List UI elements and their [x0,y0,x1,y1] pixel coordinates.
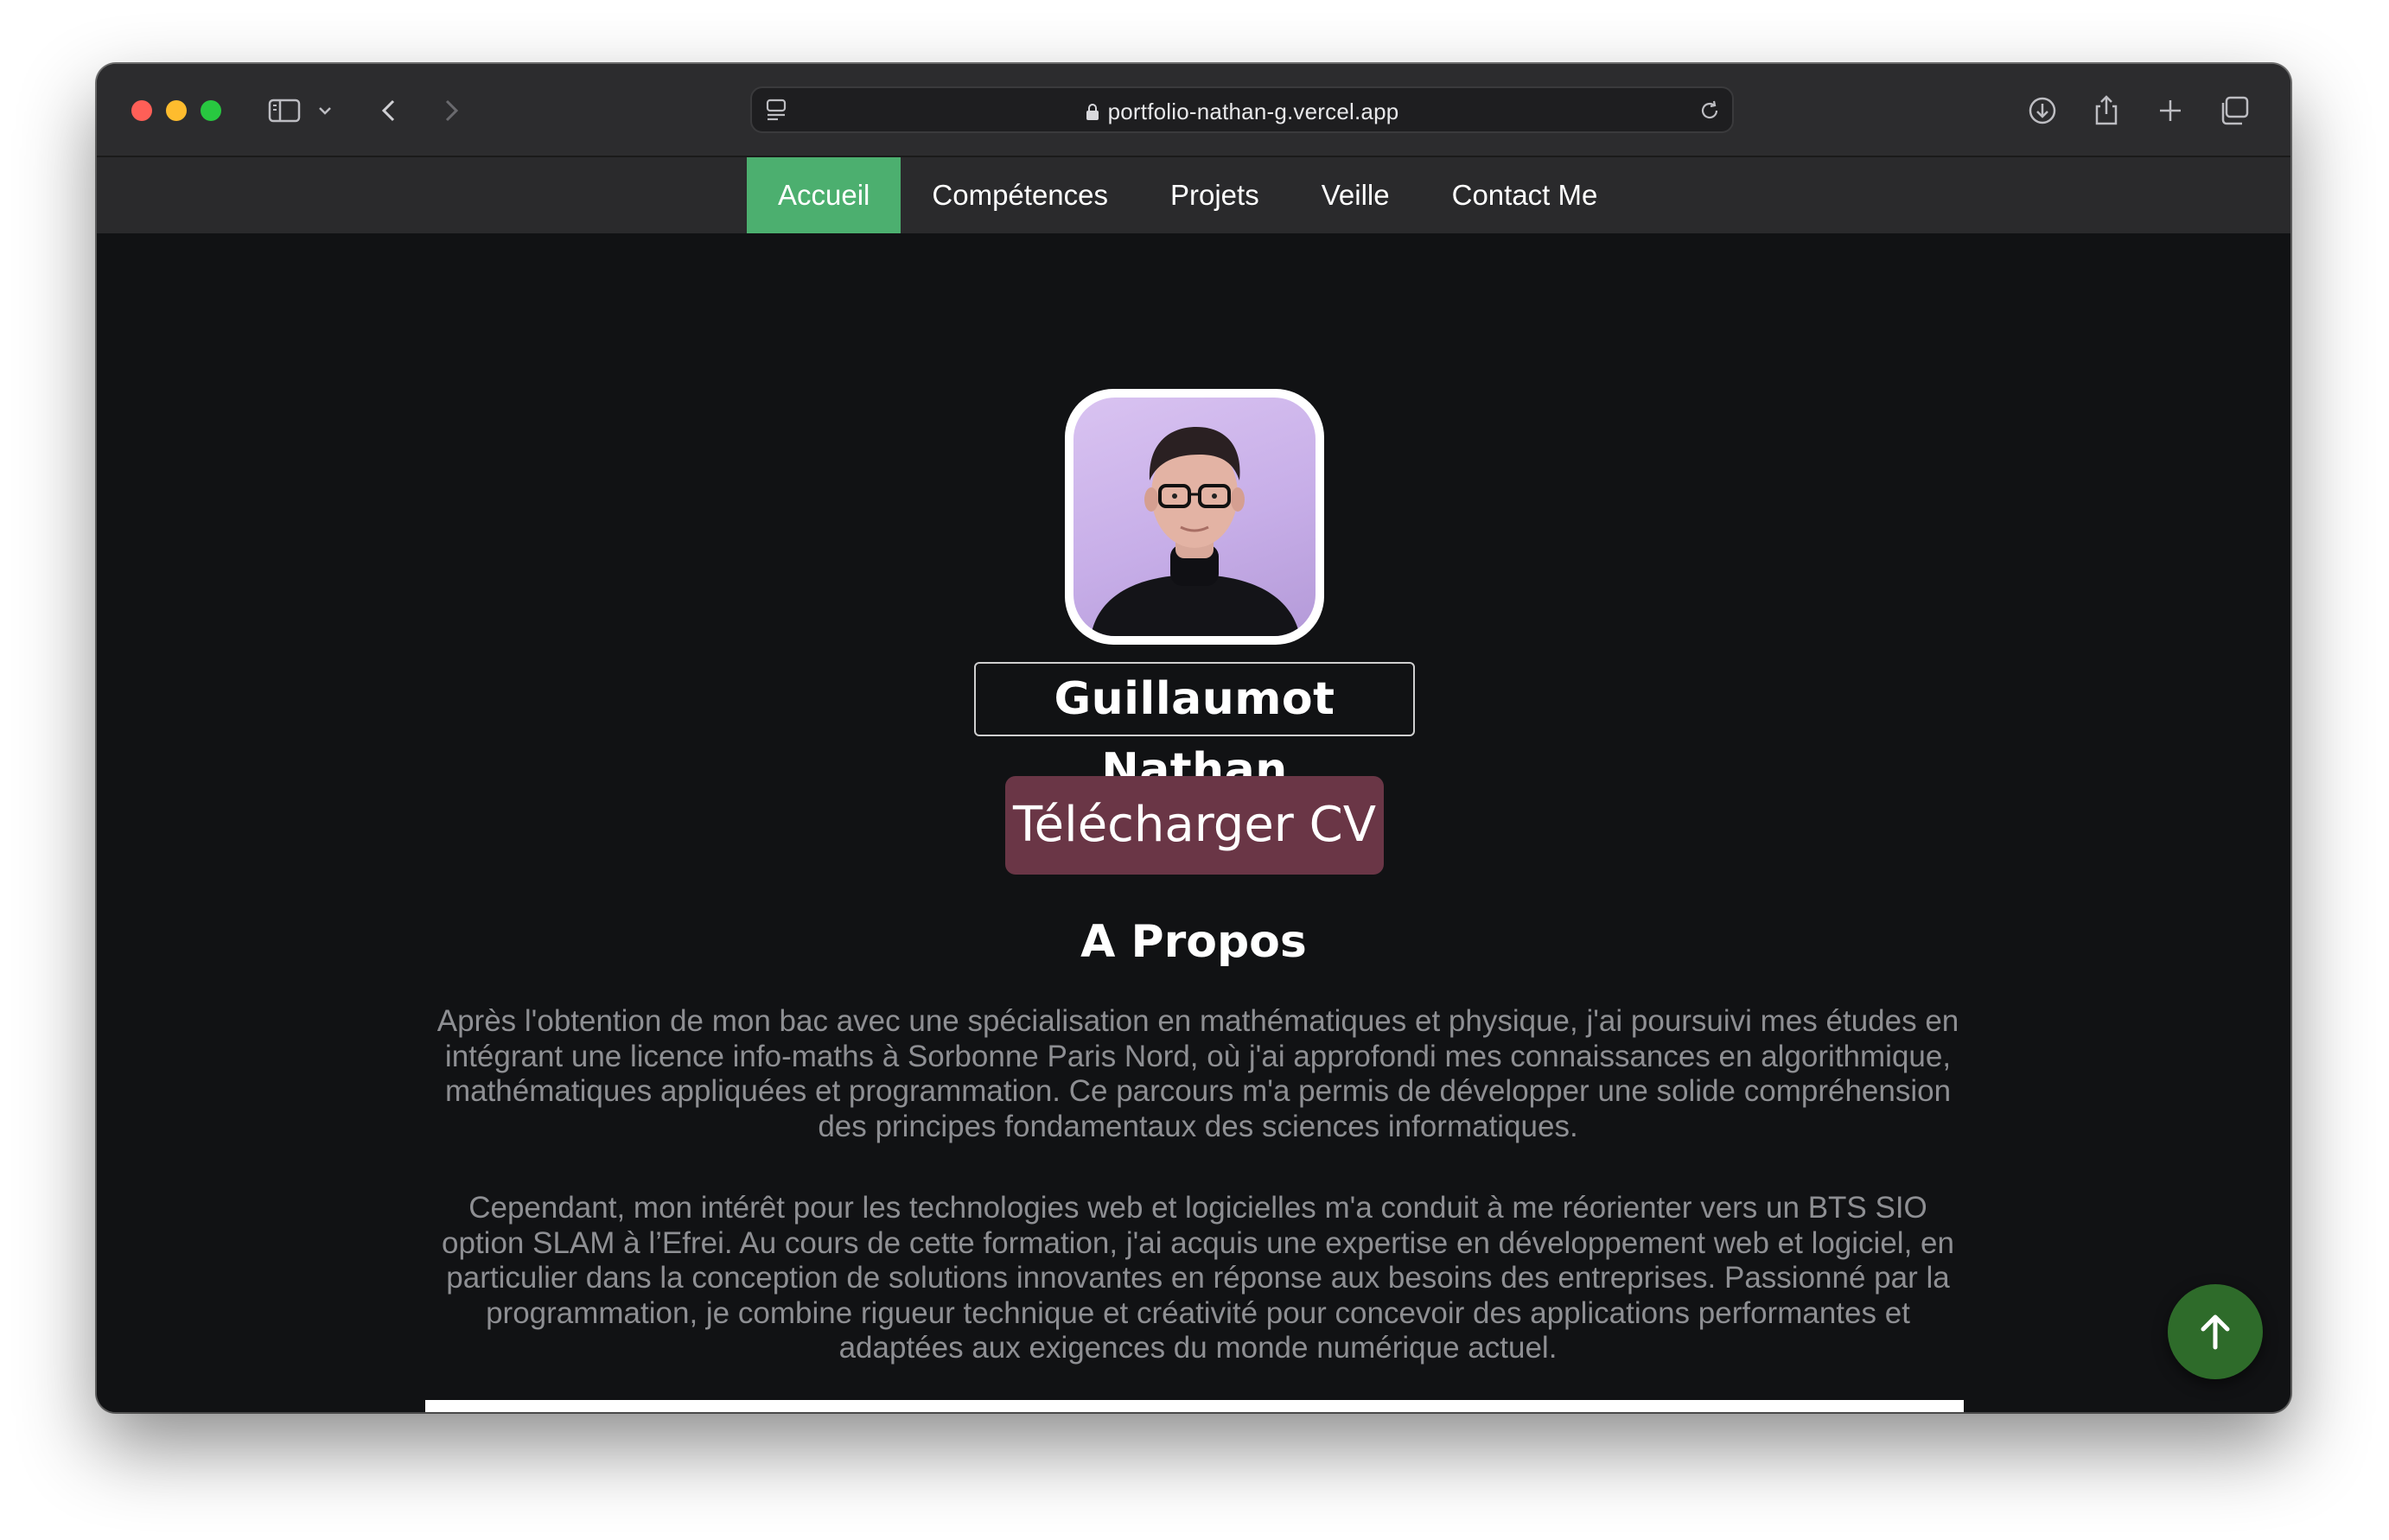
share-icon[interactable] [2088,92,2125,129]
main-content: Guillaumot Nathan Télécharger CV A Propo… [97,233,2290,1412]
nav-menu: Accueil Compétences Projets Veille Conta… [747,157,1628,233]
url-display: portfolio-nathan-g.vercel.app [752,99,1732,125]
about-paragraph: Après l'obtention de mon bac avec une sp… [436,1004,1959,1143]
tabs-overview-icon[interactable] [2216,92,2252,129]
chevron-left-icon[interactable] [372,92,408,129]
plus-icon[interactable] [2152,92,2188,129]
download-icon[interactable] [2024,92,2061,129]
url-text: portfolio-nathan-g.vercel.app [1107,99,1399,124]
about-paragraph: Cependant, mon intérêt pour les technolo… [442,1191,1954,1365]
profile-photo-frame [1065,389,1324,645]
nav-item-veille[interactable]: Veille [1290,157,1421,233]
browser-window: portfolio-nathan-g.vercel.app Accueil Co… [97,64,2290,1412]
about-title: A Propos [1080,916,1307,968]
download-cv-button[interactable]: Télécharger CV [1005,776,1384,875]
chevron-down-icon[interactable] [313,92,337,129]
nav-item-accueil[interactable]: Accueil [747,157,901,233]
address-bar[interactable]: portfolio-nathan-g.vercel.app [750,86,1734,133]
nav-item-competences[interactable]: Compétences [901,157,1139,233]
nav-item-projets[interactable]: Projets [1139,157,1290,233]
reload-icon[interactable] [1696,97,1723,124]
lock-icon [1086,100,1099,120]
sidebar-icon[interactable] [266,92,303,129]
chevron-right-icon[interactable] [432,92,468,129]
zoom-window-button[interactable] [201,100,221,121]
section-divider [425,1400,1964,1412]
scroll-to-top-button[interactable] [2168,1284,2263,1379]
profile-name: Guillaumot Nathan [974,662,1415,796]
close-window-button[interactable] [131,100,152,121]
site-navbar: Accueil Compétences Projets Veille Conta… [97,157,2290,233]
minimize-window-button[interactable] [166,100,187,121]
browser-toolbar: portfolio-nathan-g.vercel.app [97,64,2290,157]
arrow-up-icon [2201,1314,2230,1350]
profile-photo [1073,398,1316,636]
nav-item-contact[interactable]: Contact Me [1421,157,1629,233]
